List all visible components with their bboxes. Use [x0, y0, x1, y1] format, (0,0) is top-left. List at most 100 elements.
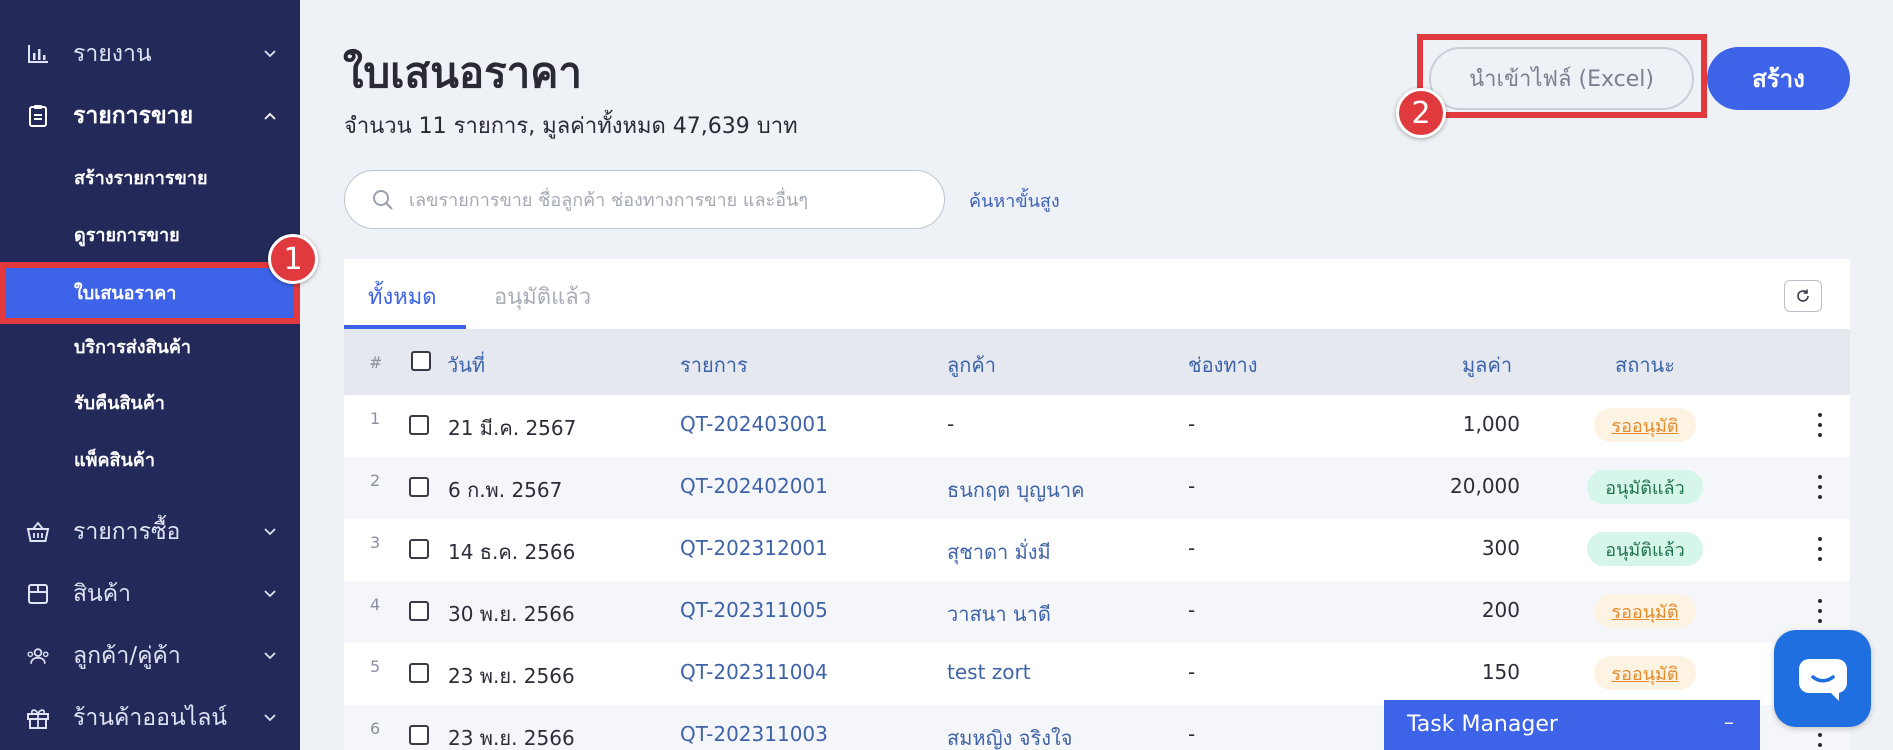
chevron-up-icon: [262, 108, 278, 124]
row-menu-icon[interactable]: [1816, 413, 1824, 437]
table-row[interactable]: 5 23 พ.ย. 2566 QT-202311004 test zort - …: [344, 643, 1850, 705]
chat-button[interactable]: [1774, 630, 1871, 727]
row-document-link[interactable]: QT-202311003: [680, 722, 828, 746]
gift-icon: [26, 706, 50, 730]
advanced-search-link[interactable]: ค้นหาขั้นสูง: [969, 186, 1060, 215]
status-badge[interactable]: อนุมัติแล้ว: [1587, 532, 1703, 566]
sidebar-subitem-view-sales[interactable]: ดูรายการขาย: [0, 210, 300, 258]
table-row[interactable]: 1 21 มี.ค. 2567 QT-202403001 - - 1,000 ร…: [344, 395, 1850, 457]
sidebar-subitem-create-sale[interactable]: สร้างรายการขาย: [0, 153, 300, 201]
row-number: 5: [370, 657, 381, 676]
column-header-amount[interactable]: มูลค่า: [1462, 349, 1512, 381]
sidebar-item-reports[interactable]: รายงาน: [0, 34, 300, 74]
sidebar-subitem-label: สร้างรายการขาย: [74, 167, 208, 189]
page-summary: จำนวน 11 รายการ, มูลค่าทั้งหมด 47,639 บา…: [344, 114, 798, 139]
sidebar-item-products[interactable]: สินค้า: [0, 574, 300, 614]
chat-bubble-icon: [1798, 658, 1847, 701]
tab-all[interactable]: ทั้งหมด: [368, 279, 437, 314]
search-input[interactable]: [409, 181, 929, 219]
row-customer[interactable]: สมหญิง จริงใจ: [947, 722, 1072, 750]
row-customer: -: [947, 412, 955, 436]
task-manager-bar[interactable]: Task Manager –: [1384, 700, 1760, 750]
row-checkbox[interactable]: [409, 601, 429, 621]
sidebar-subitem-returns[interactable]: รับคืนสินค้า: [0, 378, 300, 426]
row-menu-icon[interactable]: [1816, 599, 1824, 623]
column-header-status[interactable]: สถานะ: [1615, 349, 1675, 381]
sidebar-subitem-label: บริการส่งสินค้า: [74, 336, 191, 358]
search-box: [344, 170, 945, 229]
row-customer[interactable]: test zort: [947, 660, 1031, 684]
row-document-link[interactable]: QT-202311005: [680, 598, 828, 622]
sidebar-item-online-store[interactable]: ร้านค้าออนไลน์: [0, 698, 300, 738]
row-channel: -: [1188, 412, 1196, 436]
status-badge[interactable]: อนุมัติแล้ว: [1587, 470, 1703, 504]
sidebar-subitem-shipping[interactable]: บริการส่งสินค้า: [0, 322, 300, 370]
row-date: 21 มี.ค. 2567: [448, 416, 577, 440]
box-icon: [26, 582, 50, 606]
row-document-link[interactable]: QT-202311004: [680, 660, 828, 684]
sidebar-item-label: ลูกค้า/คู่ค้า: [73, 643, 181, 669]
sidebar-item-contacts[interactable]: ลูกค้า/คู่ค้า: [0, 636, 300, 676]
page-title: ใบเสนอราคา: [343, 48, 582, 97]
row-document-link[interactable]: QT-202403001: [680, 412, 828, 436]
row-checkbox[interactable]: [409, 539, 429, 559]
basket-icon: [26, 520, 50, 544]
sidebar: รายงาน รายการขาย สร้างรายการขาย ดูรายการ…: [0, 0, 300, 750]
quotation-table-panel: ทั้งหมด อนุมัติแล้ว # วันที่ รายการ ลูกค…: [344, 259, 1850, 750]
create-button[interactable]: สร้าง: [1707, 47, 1850, 110]
row-number: 1: [370, 409, 381, 428]
row-menu-icon[interactable]: [1816, 475, 1824, 499]
row-channel: -: [1188, 598, 1196, 622]
sidebar-item-sales[interactable]: รายการขาย: [0, 96, 300, 136]
row-channel: -: [1188, 474, 1196, 498]
row-checkbox[interactable]: [409, 663, 429, 683]
row-checkbox[interactable]: [409, 725, 429, 745]
chevron-down-icon: [262, 710, 278, 726]
column-header-customer[interactable]: ลูกค้า: [947, 349, 996, 381]
sidebar-subitem-packing[interactable]: แพ็คสินค้า: [0, 435, 300, 483]
row-channel: -: [1188, 722, 1196, 746]
column-header-date[interactable]: วันที่: [447, 349, 485, 381]
status-badge[interactable]: รออนุมัติ: [1594, 408, 1696, 442]
select-all-checkbox[interactable]: [411, 351, 431, 371]
sidebar-item-label: รายการซื้อ: [73, 519, 181, 545]
row-document-link[interactable]: QT-202402001: [680, 474, 828, 498]
tab-approved[interactable]: อนุมัติแล้ว: [494, 279, 591, 314]
sidebar-subitem-label: ดูรายการขาย: [74, 224, 180, 246]
row-date: 6 ก.พ. 2567: [448, 478, 563, 502]
row-menu-icon[interactable]: [1816, 537, 1824, 561]
table-row[interactable]: 3 14 ธ.ค. 2566 QT-202312001 สุชาดา มั่งม…: [344, 519, 1850, 581]
row-date: 23 พ.ย. 2566: [448, 664, 575, 688]
status-badge[interactable]: รออนุมัติ: [1594, 594, 1696, 628]
row-channel: -: [1188, 660, 1196, 684]
row-amount: 1,000: [1462, 412, 1520, 436]
column-header-channel[interactable]: ช่องทาง: [1188, 349, 1258, 381]
chevron-down-icon: [262, 586, 278, 602]
step-marker-1: 1: [268, 234, 318, 284]
import-excel-button[interactable]: นำเข้าไฟล์ (Excel): [1429, 47, 1694, 110]
status-badge[interactable]: รออนุมัติ: [1594, 656, 1696, 690]
column-header-document[interactable]: รายการ: [680, 349, 748, 381]
row-amount: 200: [1481, 598, 1520, 622]
sidebar-item-label: ร้านค้าออนไลน์: [73, 705, 228, 731]
tab-bar: ทั้งหมด อนุมัติแล้ว: [344, 259, 1850, 329]
task-manager-minimize-button[interactable]: –: [1724, 710, 1734, 734]
row-amount: 150: [1481, 660, 1520, 684]
sidebar-subitem-quotation[interactable]: ใบเสนอราคา: [5, 266, 295, 318]
table-row[interactable]: 2 6 ก.พ. 2567 QT-202402001 ธนกฤต บุญนาค …: [344, 457, 1850, 519]
row-customer[interactable]: วาสนา นาดี: [947, 598, 1051, 630]
row-channel: -: [1188, 536, 1196, 560]
refresh-button[interactable]: [1784, 280, 1822, 312]
row-customer[interactable]: สุชาดา มั่งมี: [947, 536, 1051, 568]
row-number: 3: [370, 533, 381, 552]
table-row[interactable]: 4 30 พ.ย. 2566 QT-202311005 วาสนา นาดี -…: [344, 581, 1850, 643]
row-customer[interactable]: ธนกฤต บุญนาค: [947, 474, 1084, 506]
row-checkbox[interactable]: [409, 415, 429, 435]
row-checkbox[interactable]: [409, 477, 429, 497]
row-document-link[interactable]: QT-202312001: [680, 536, 828, 560]
chevron-down-icon: [262, 524, 278, 540]
table-header: # วันที่ รายการ ลูกค้า ช่องทาง มูลค่า สถ…: [344, 329, 1850, 395]
sidebar-item-label: สินค้า: [73, 581, 132, 607]
sidebar-item-purchases[interactable]: รายการซื้อ: [0, 512, 300, 552]
sidebar-subitem-label: แพ็คสินค้า: [74, 449, 155, 471]
